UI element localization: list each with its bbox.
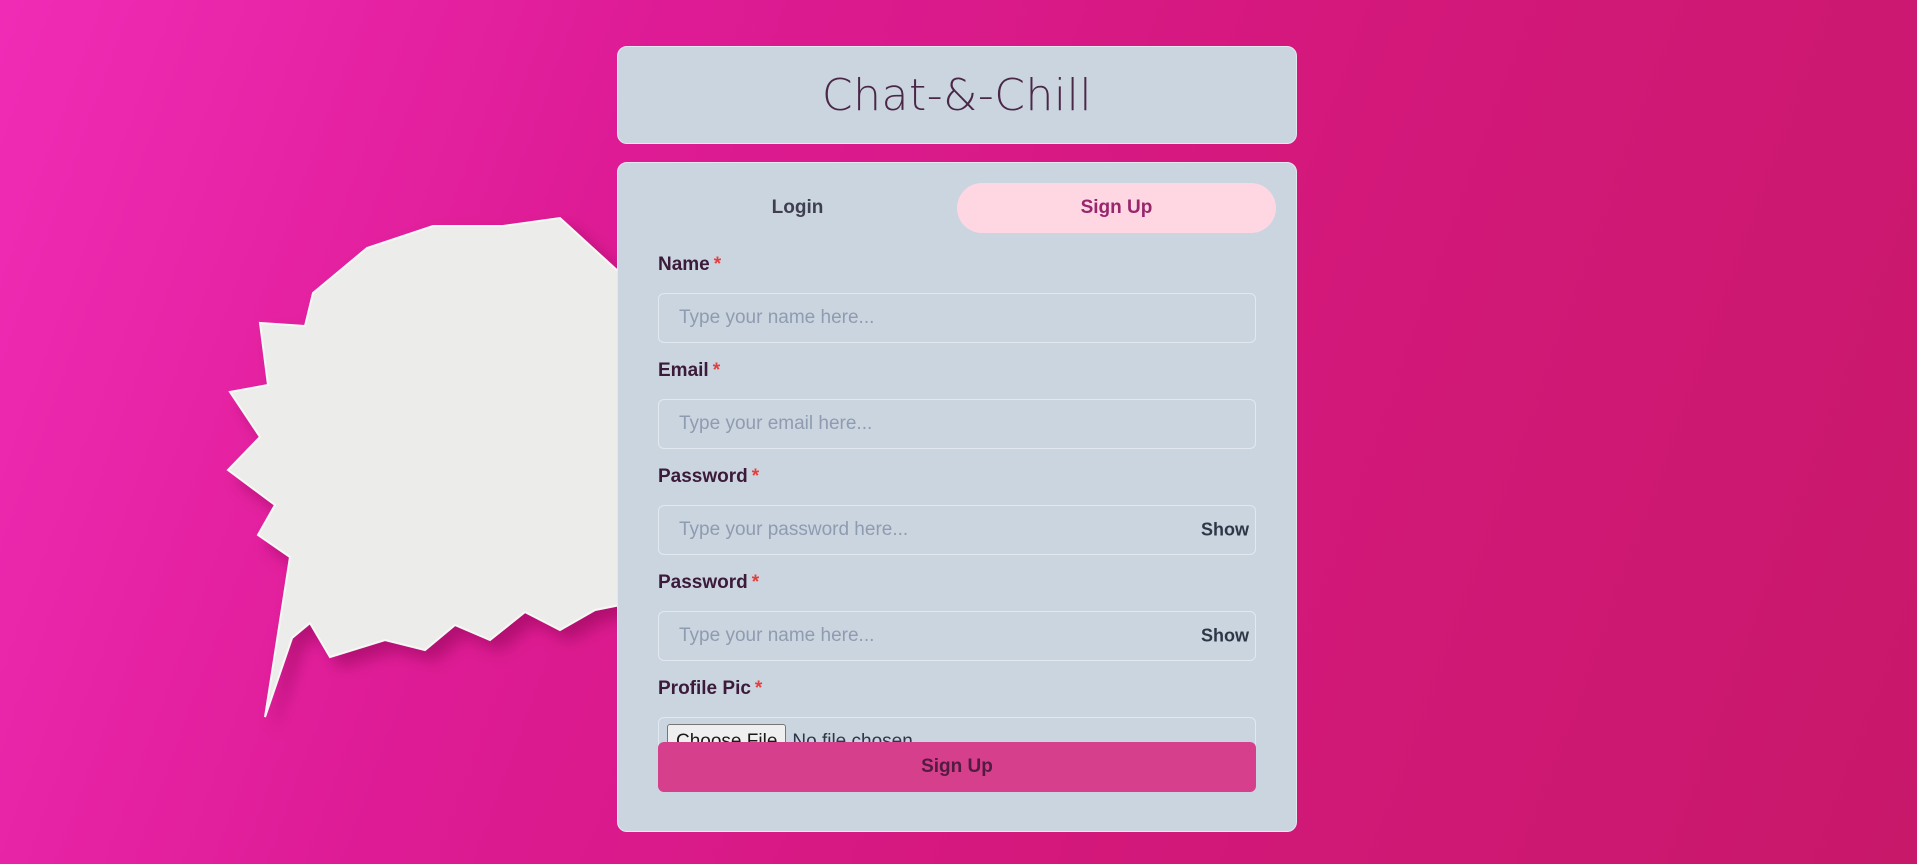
show-password-button[interactable]: Show xyxy=(1201,516,1249,545)
confirm-password-input[interactable] xyxy=(659,612,1255,660)
header-card: Chat-&-Chill xyxy=(617,46,1297,144)
name-input[interactable] xyxy=(659,294,1255,342)
confirm-password-label: Password * xyxy=(658,572,760,593)
auth-container: Chat-&-Chill Login Sign Up Name* Email* … xyxy=(617,46,1297,832)
email-input-wrapper xyxy=(658,399,1256,449)
password-input[interactable] xyxy=(659,506,1255,554)
email-field-group: Email * xyxy=(658,357,1256,449)
name-input-wrapper xyxy=(658,293,1256,343)
auth-form-card: Login Sign Up Name* Email* Password* Sho… xyxy=(617,162,1297,832)
required-mark: * xyxy=(754,678,763,699)
app-title: Chat-&-Chill xyxy=(821,69,1093,121)
confirm-password-field-group: Password* Show xyxy=(658,569,1256,661)
required-mark: * xyxy=(713,254,722,275)
required-mark: * xyxy=(751,572,760,593)
email-input[interactable] xyxy=(659,400,1255,448)
speech-bubble-background-image xyxy=(226,216,621,718)
name-field-group: Name * xyxy=(658,251,1256,343)
password-input-wrapper: Show xyxy=(658,505,1256,555)
required-mark: * xyxy=(751,466,760,487)
confirm-password-input-wrapper: Show xyxy=(658,611,1256,661)
password-label: Password * xyxy=(658,466,760,487)
show-confirm-password-button[interactable]: Show xyxy=(1201,622,1249,651)
sign-up-submit-button[interactable]: Sign Up xyxy=(658,742,1256,792)
auth-tabs: Login Sign Up xyxy=(638,183,1276,233)
profile-pic-label: Profile Pic * xyxy=(658,678,763,699)
name-label: Name * xyxy=(658,254,722,275)
password-field-group: Password* Show xyxy=(658,463,1256,555)
email-label: Email * xyxy=(658,360,721,381)
tab-login[interactable]: Login xyxy=(638,183,957,233)
tab-sign-up[interactable]: Sign Up xyxy=(957,183,1276,233)
required-mark: * xyxy=(712,360,721,381)
